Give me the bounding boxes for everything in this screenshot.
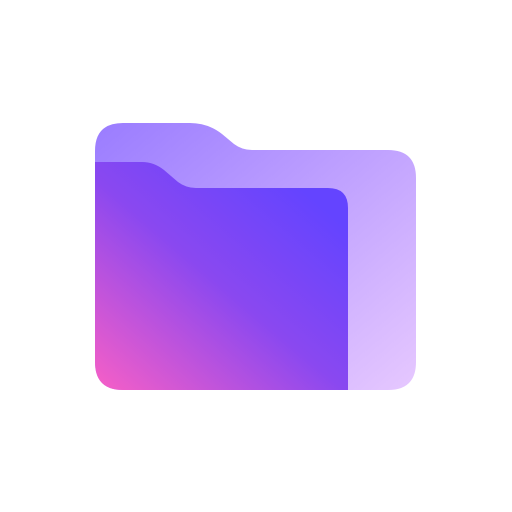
app-icon-canvas (0, 0, 512, 512)
folder-icon (95, 123, 416, 390)
folder-front-panel (95, 162, 348, 390)
